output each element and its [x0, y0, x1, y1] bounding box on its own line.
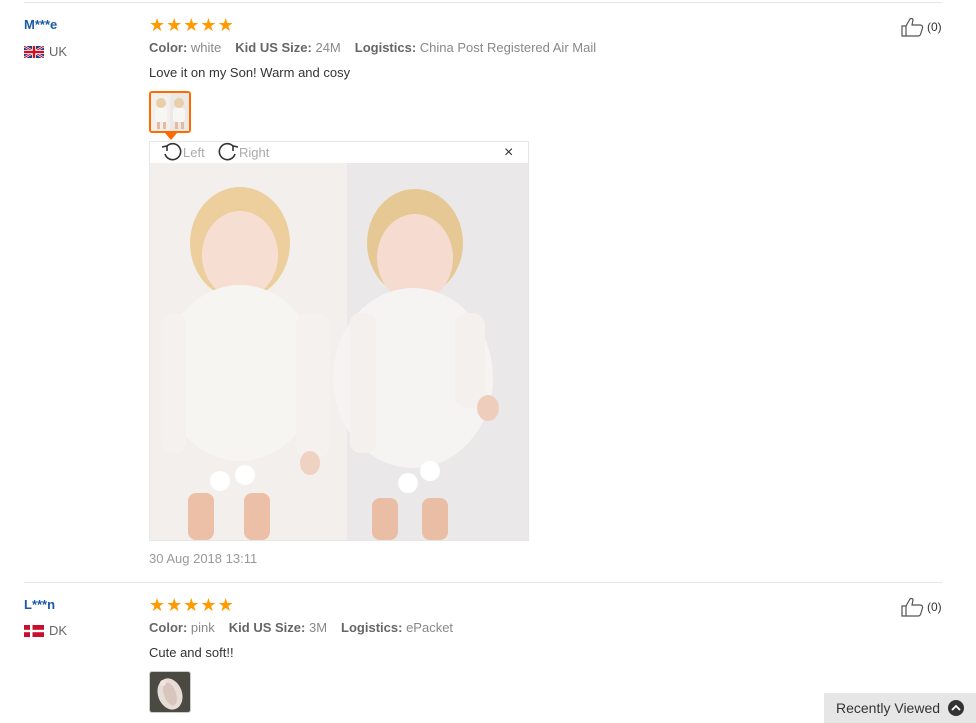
- viewer-toolbar: Left Right ×: [150, 142, 528, 163]
- review-comment: Love it on my Son! Warm and cosy: [149, 65, 351, 80]
- rotate-right-button[interactable]: Right: [217, 142, 269, 162]
- star-rating: ★ ★ ★ ★ ★: [149, 16, 234, 34]
- like-count: (0): [927, 20, 942, 34]
- photo-viewer: Left Right ×: [149, 141, 529, 541]
- rotate-right-label: Right: [239, 144, 270, 160]
- star-icon: ★: [200, 15, 217, 35]
- reviewer-country: UK: [24, 44, 67, 59]
- reviewer-name: L***n: [24, 597, 56, 612]
- rotate-right-icon: [217, 142, 239, 162]
- thumbs-up-icon: [901, 17, 925, 37]
- country-code: DK: [49, 623, 68, 638]
- dk-flag-icon: [24, 624, 44, 637]
- attr-logistics: Logistics: ePacket: [341, 620, 454, 635]
- rotate-left-label: Left: [183, 144, 205, 160]
- star-icon: ★: [166, 595, 183, 615]
- attr-color: Color: pink: [149, 620, 215, 635]
- review-photo-large: [150, 163, 528, 540]
- recently-viewed-bar[interactable]: Recently Viewed: [824, 693, 976, 723]
- chevron-up-icon: [948, 700, 965, 716]
- attr-logistics: Logistics: China Post Registered Air Mai…: [354, 40, 597, 55]
- review-date: 30 Aug 2018 13:11: [149, 551, 258, 566]
- attr-size: Kid US Size: 3M: [228, 620, 328, 635]
- thumbnail-caret: [165, 133, 177, 140]
- star-icon: ★: [183, 15, 200, 35]
- star-icon: ★: [166, 15, 183, 35]
- order-attributes: Color: white Kid US Size: 24M Logistics:…: [149, 40, 596, 55]
- order-attributes: Color: pink Kid US Size: 3M Logistics: e…: [149, 620, 453, 635]
- attr-size: Kid US Size: 24M: [235, 40, 341, 55]
- like-count: (0): [927, 600, 942, 614]
- country-code: UK: [49, 44, 68, 59]
- thumbs-up-icon: [901, 597, 925, 617]
- star-icon: ★: [149, 15, 166, 35]
- recently-viewed-label: Recently Viewed: [836, 700, 941, 716]
- star-icon: ★: [217, 595, 234, 615]
- review-item: M***e UK ★ ★ ★ ★ ★ Color: white Kid US S…: [0, 0, 976, 582]
- rotate-left-icon: [161, 142, 183, 162]
- uk-flag-icon: [24, 45, 44, 58]
- rotate-left-button[interactable]: Left: [161, 142, 205, 162]
- attr-color: Color: white: [149, 40, 222, 55]
- like-button[interactable]: (0): [901, 597, 942, 617]
- review-comment: Cute and soft!!: [149, 645, 234, 660]
- like-button[interactable]: (0): [901, 17, 942, 37]
- star-icon: ★: [217, 15, 234, 35]
- star-icon: ★: [183, 595, 200, 615]
- star-icon: ★: [200, 595, 217, 615]
- star-rating: ★ ★ ★ ★ ★: [149, 596, 234, 614]
- review-photo-thumbnail[interactable]: [149, 91, 191, 133]
- reviewer-country: DK: [24, 623, 67, 638]
- review-photo-thumbnail[interactable]: [149, 671, 191, 713]
- reviewer-name: M***e: [24, 17, 58, 32]
- star-icon: ★: [149, 595, 166, 615]
- close-icon[interactable]: ×: [504, 145, 513, 161]
